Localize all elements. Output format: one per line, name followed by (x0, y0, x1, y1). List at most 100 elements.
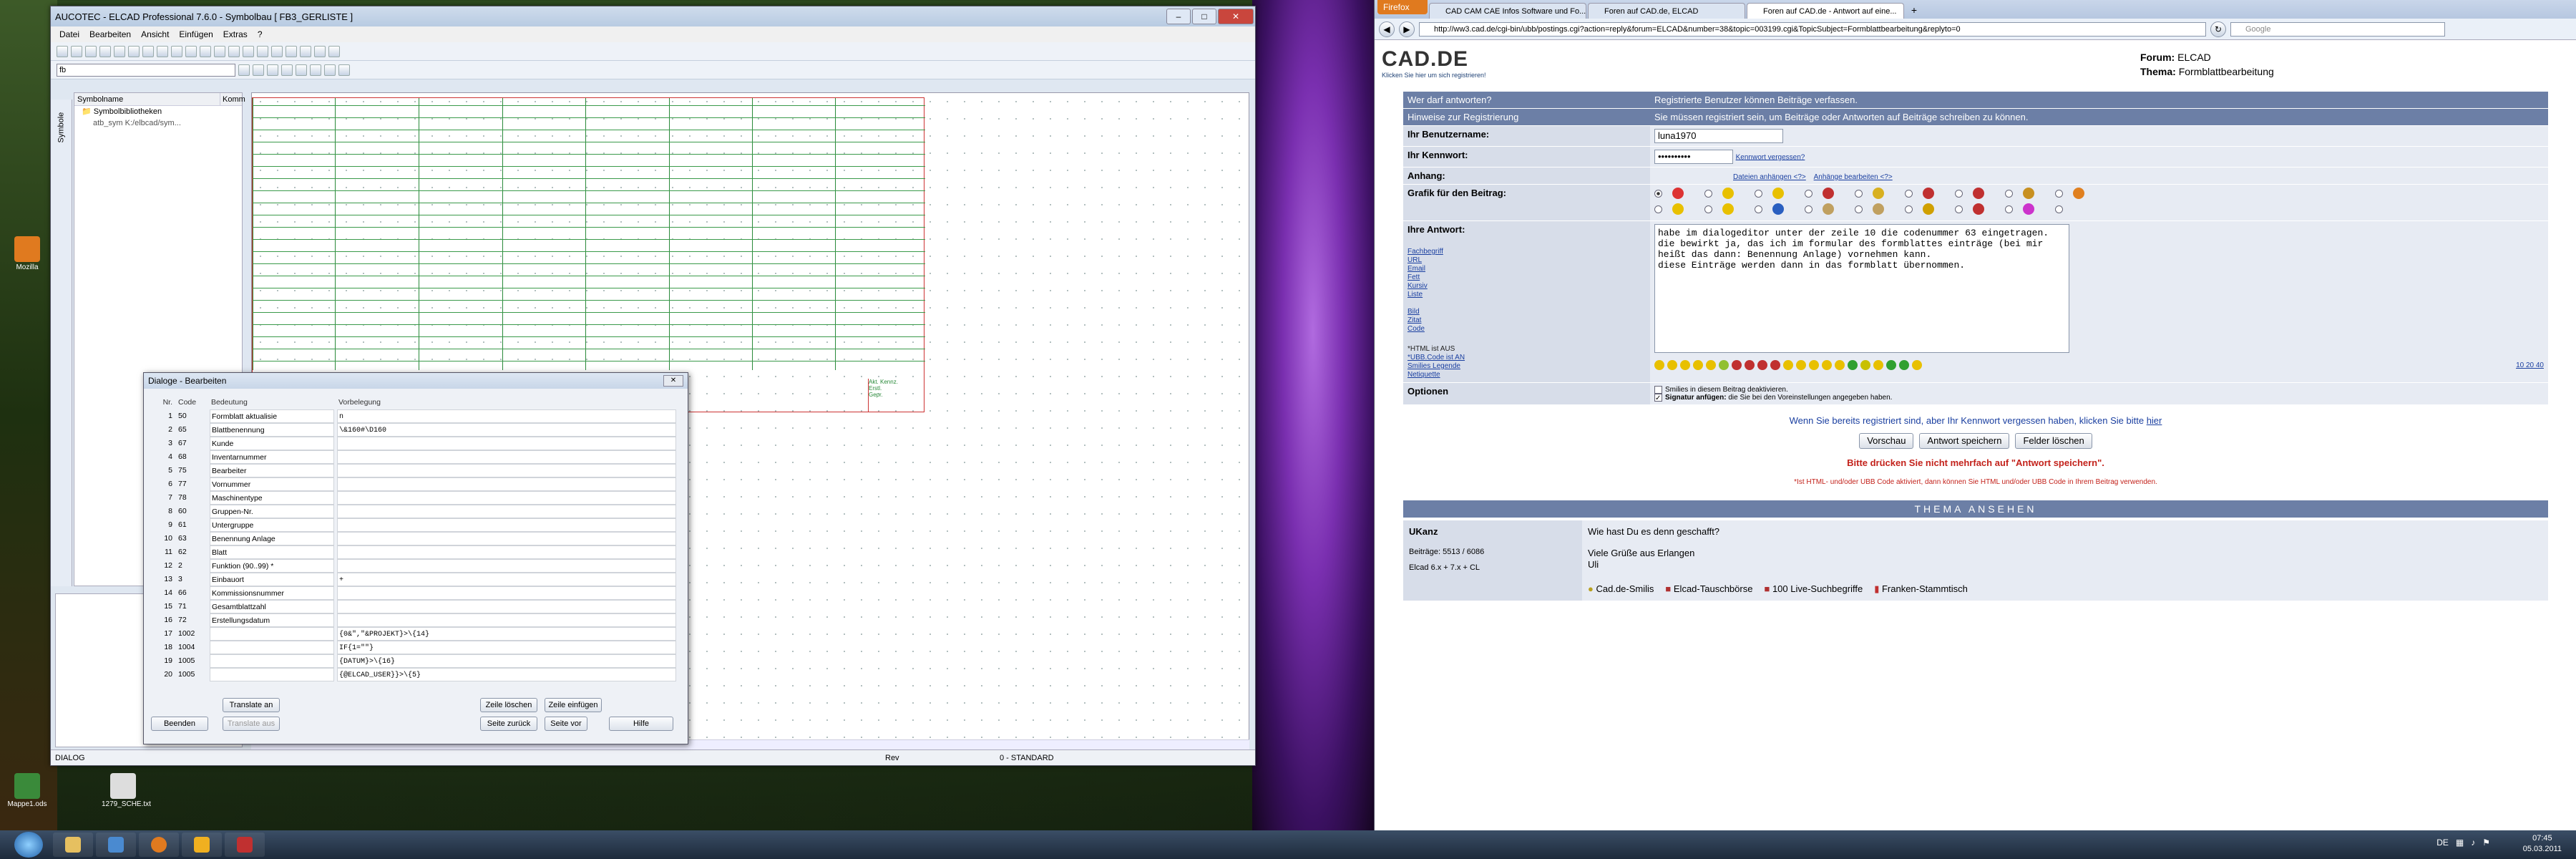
dialog-row-vorbelegung[interactable]: \&160#\D160 (337, 423, 676, 437)
post-icon-radio[interactable] (1654, 189, 1662, 198)
dialog-row-vorbelegung[interactable]: n (337, 409, 676, 423)
seite-vor-button[interactable]: Seite vor (545, 717, 587, 731)
post-icon-radio[interactable] (1805, 189, 1813, 198)
post-icon-option[interactable] (1654, 188, 1704, 199)
dialog-row-bedeutung[interactable]: Bearbeiter (210, 464, 334, 477)
circle-icon[interactable] (328, 45, 340, 57)
menu-extras[interactable]: Extras (223, 29, 248, 39)
desktop-icon-mozilla[interactable]: Mozilla (6, 236, 49, 271)
post-icon-radio[interactable] (1805, 205, 1813, 213)
dialog-row-vorbelegung[interactable] (337, 505, 676, 518)
smiley-icon[interactable] (1796, 360, 1806, 370)
zoom-fit-icon[interactable] (214, 45, 225, 57)
post-icon-radio[interactable] (1905, 189, 1913, 198)
cut-icon[interactable] (114, 45, 125, 57)
network-icon[interactable]: ▦ (2456, 838, 2464, 848)
menu-ansicht[interactable]: Ansicht (141, 29, 169, 39)
layer-icon[interactable] (257, 45, 268, 57)
line-icon[interactable] (300, 45, 311, 57)
dialog-row-vorbelegung[interactable]: {@ELCAD_USER}}>\{5} (337, 668, 676, 681)
url-bar[interactable]: http://ww3.cad.de/cgi-bin/ubb/postings.c… (1419, 21, 2206, 37)
print-icon[interactable] (99, 45, 111, 57)
post-icon-radio[interactable] (1855, 189, 1863, 198)
post-icon-option[interactable] (1855, 188, 1905, 199)
dialog-row-bedeutung[interactable]: Maschinentype (210, 491, 334, 505)
dialog-row-vorbelegung[interactable] (337, 477, 676, 491)
netiquette-link[interactable]: Netiquette (1407, 371, 1646, 379)
smiley-icon[interactable] (1886, 360, 1896, 370)
symbol-icon[interactable] (271, 45, 283, 57)
attach-files-link[interactable]: Dateien anhängen <?> (1733, 173, 1806, 181)
dialog-row-bedeutung[interactable]: Funktion (90..99) * (210, 559, 334, 573)
post-icon-radio[interactable] (2055, 205, 2063, 213)
translate-aus-button[interactable]: Translate aus (223, 717, 280, 731)
beenden-button[interactable]: Beenden (151, 717, 208, 731)
maximize-button[interactable]: □ (1192, 9, 1216, 24)
post-icon-option[interactable] (1755, 203, 1805, 215)
smiley-icon[interactable] (1783, 360, 1793, 370)
firefox-menu-button[interactable]: Firefox (1377, 0, 1428, 14)
smiley-icon[interactable] (1680, 360, 1690, 370)
password-input[interactable]: •••••••••• (1654, 150, 1733, 164)
smiley-icon[interactable] (1822, 360, 1832, 370)
ubb-code-link[interactable]: Kursiv (1407, 282, 1646, 291)
post-icon-radio[interactable] (1755, 205, 1762, 213)
tree-item-atb-sym[interactable]: atb_sym K:/elbcad/sym... (74, 117, 242, 129)
taskbar-explorer[interactable] (53, 833, 93, 857)
menu-help[interactable]: ? (258, 29, 263, 39)
textarea-size-links[interactable]: 10 20 40 (2516, 361, 2544, 370)
language-indicator[interactable]: DE (2436, 838, 2449, 848)
taskbar-elcad[interactable] (225, 833, 265, 857)
answer-textarea[interactable]: habe im dialogeditor unter der zeile 10 … (1654, 224, 2069, 353)
rotate-icon[interactable] (253, 64, 264, 76)
open-icon[interactable] (71, 45, 82, 57)
col-komm[interactable]: Komm (220, 93, 245, 105)
move-icon[interactable] (238, 64, 250, 76)
connect-icon[interactable] (324, 64, 336, 76)
smiley-icon[interactable] (1860, 360, 1870, 370)
smiley-icon[interactable] (1693, 360, 1703, 370)
ubb-code-link[interactable]: Zitat (1407, 316, 1646, 325)
post-icon-option[interactable] (1704, 188, 1755, 199)
smiley-icon[interactable] (1835, 360, 1845, 370)
dialog-row-bedeutung[interactable]: Blattbenennung (210, 423, 334, 437)
disable-smilies-checkbox[interactable] (1654, 386, 1662, 394)
dialog-row-vorbelegung[interactable] (337, 491, 676, 505)
post-icon-radio[interactable] (2005, 189, 2013, 198)
smiley-icon[interactable] (1770, 360, 1780, 370)
smiley-icon[interactable] (1706, 360, 1716, 370)
tab-foren-elcad[interactable]: Foren auf CAD.de, ELCAD (1588, 3, 1745, 19)
post-icon-radio[interactable] (1955, 189, 1963, 198)
dialog-row-vorbelegung[interactable] (337, 559, 676, 573)
attribute-icon[interactable] (310, 64, 321, 76)
dialog-close-button[interactable]: ✕ (663, 375, 683, 387)
save-icon[interactable] (85, 45, 97, 57)
close-button[interactable]: ✕ (1218, 9, 1254, 24)
forward-icon[interactable]: ▶ (1399, 21, 1415, 37)
post-icon-option[interactable] (1955, 188, 2005, 199)
ubb-code-link[interactable]: Liste (1407, 291, 1646, 299)
post-icon-option[interactable] (1955, 203, 2005, 215)
dialog-row-bedeutung[interactable] (210, 654, 334, 668)
desktop-icon-textfile[interactable]: 1279_SCHE.txt (102, 773, 151, 808)
delete-icon[interactable] (281, 64, 293, 76)
post-icon-radio[interactable] (2055, 189, 2063, 198)
reload-icon[interactable]: ↻ (2210, 21, 2226, 37)
symbole-side-tab[interactable]: Symbole (51, 100, 72, 586)
dialog-row-vorbelegung[interactable] (337, 613, 676, 627)
forgot-password-link[interactable]: Kennwort vergessen? (1736, 153, 1805, 161)
new-icon[interactable] (57, 45, 68, 57)
post-icon-option[interactable] (2005, 203, 2055, 215)
signature-checkbox[interactable]: ✓ (1654, 394, 1662, 402)
dialog-row-vorbelegung[interactable]: + (337, 573, 676, 586)
snap-icon[interactable] (243, 45, 254, 57)
hilfe-button[interactable]: Hilfe (609, 717, 673, 731)
dialog-row-bedeutung[interactable] (210, 668, 334, 681)
sig-link-stammtisch[interactable]: ▮ Franken-Stammtisch (1874, 583, 1968, 595)
cadde-logo[interactable]: CAD.DE Klicken Sie hier um sich registrie… (1382, 47, 1486, 79)
minimize-button[interactable]: – (1166, 9, 1191, 24)
seite-zurueck-button[interactable]: Seite zurück (480, 717, 537, 731)
edit-attachments-link[interactable]: Anhänge bearbeiten <?> (1814, 173, 1893, 181)
dialog-row-bedeutung[interactable]: Benennung Anlage (210, 532, 334, 545)
smiley-icon[interactable] (1848, 360, 1858, 370)
